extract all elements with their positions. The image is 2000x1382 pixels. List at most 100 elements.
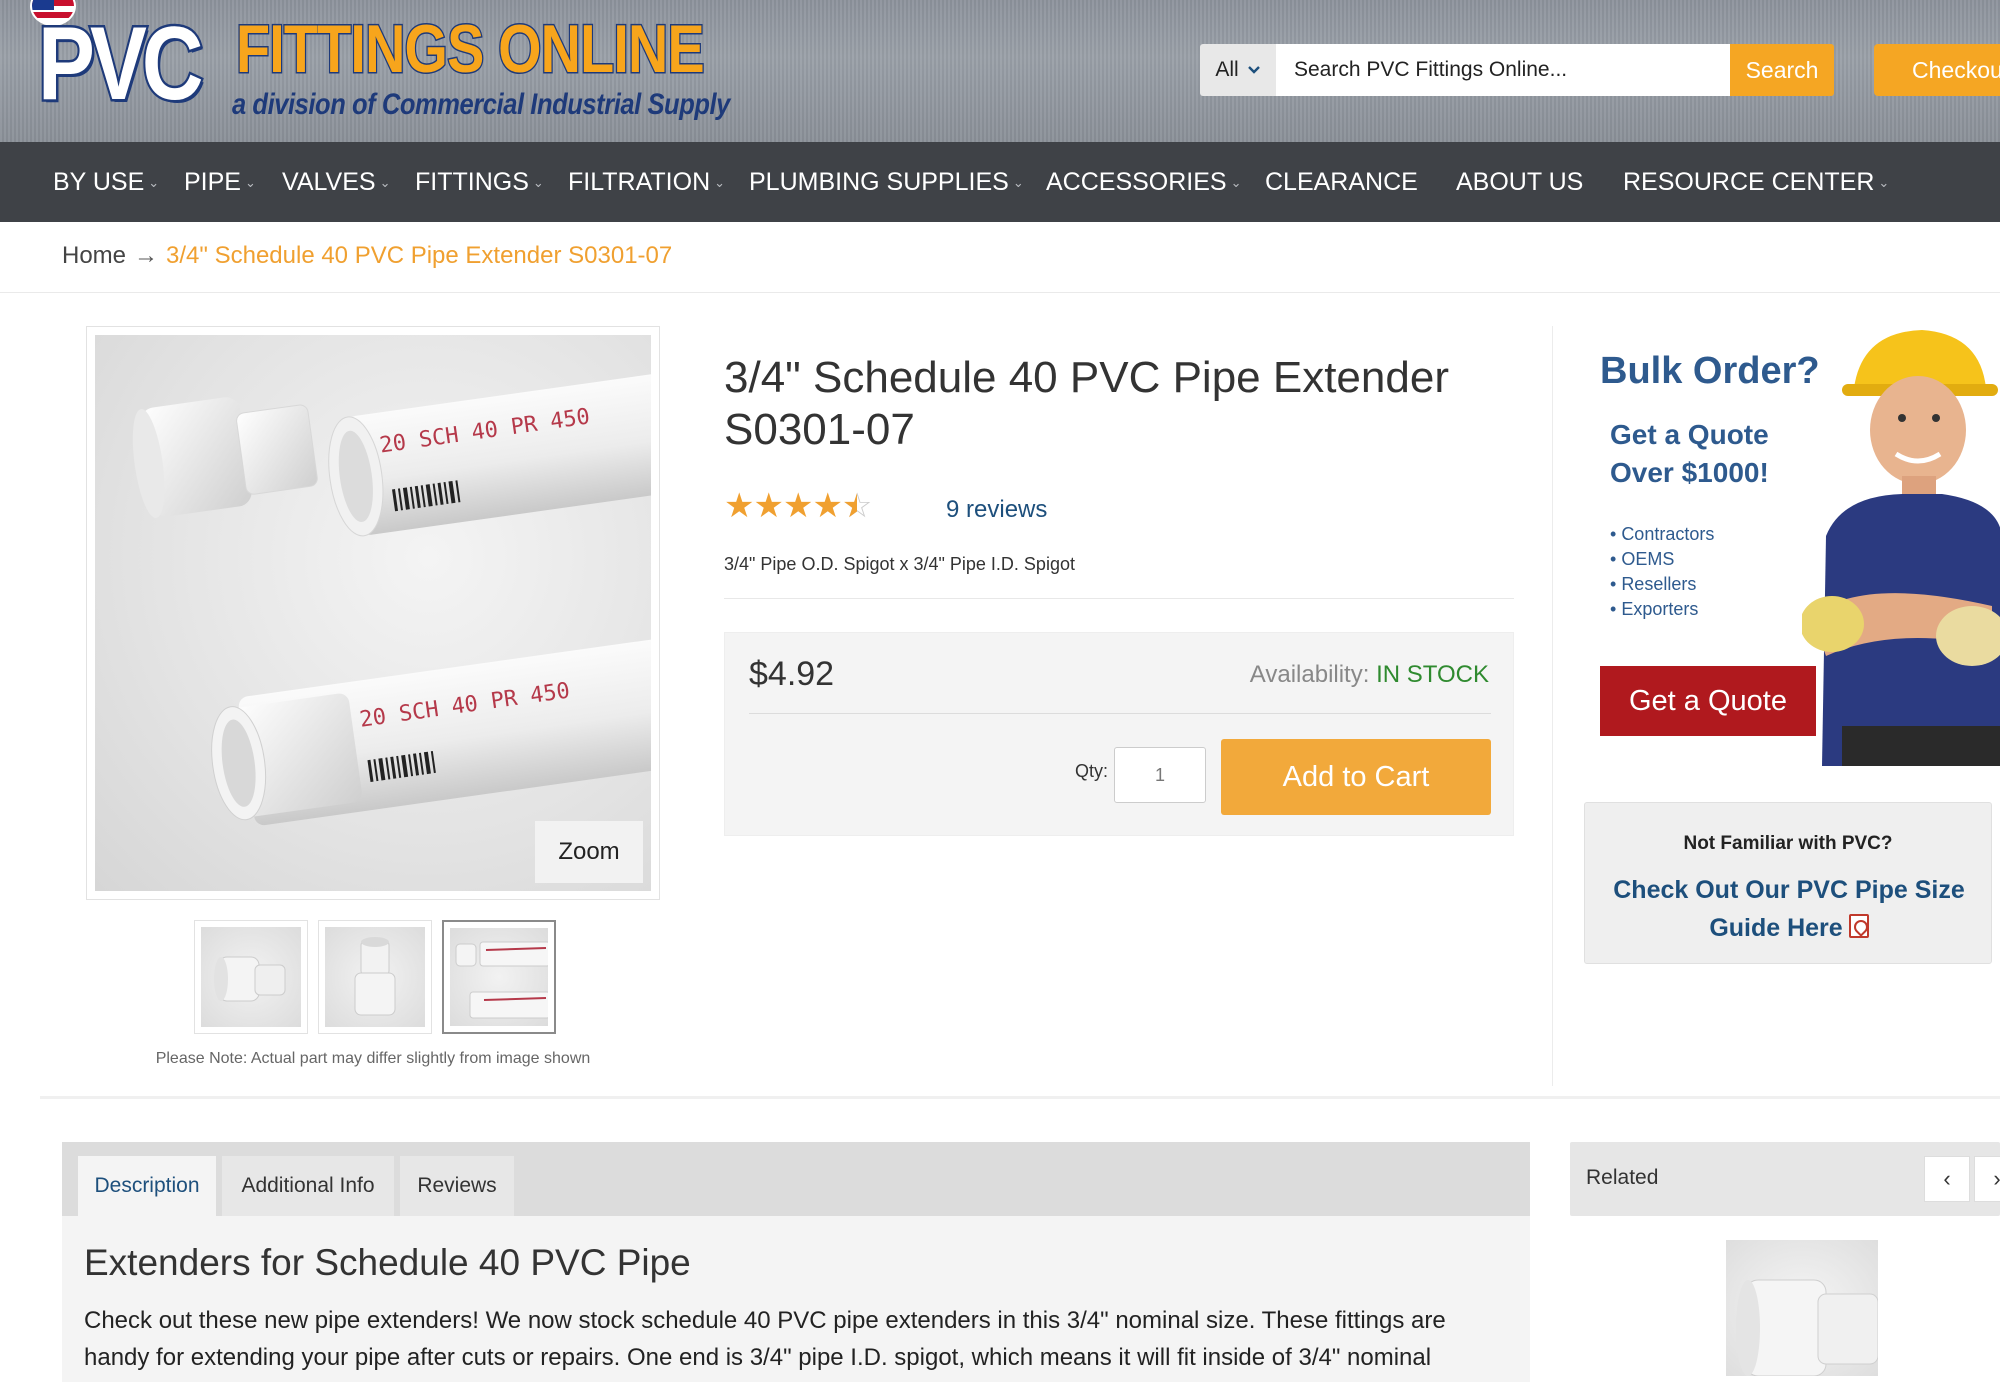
chevron-down-icon: ⌄ <box>714 175 726 190</box>
tab-reviews[interactable]: Reviews <box>400 1156 514 1216</box>
tab-bar: Description Additional Info Reviews <box>62 1142 1530 1216</box>
star-icon: ★ <box>782 487 814 525</box>
logo-tagline: a division of Commercial Industrial Supp… <box>232 88 730 121</box>
bulk-order-subtitle: Get a Quote Over $1000! <box>1610 416 1769 492</box>
availability-label: Availability: <box>1249 661 1370 688</box>
pvc-size-guide-link[interactable]: Check Out Our PVC Pipe Size Guide Here <box>1605 871 1973 947</box>
breadcrumb-current: 3/4" Schedule 40 PVC Pipe Extender S0301… <box>166 242 673 269</box>
nav-item-plumbing-supplies[interactable]: PLUMBING SUPPLIES ⌄ <box>749 142 1024 222</box>
list-item: Exporters <box>1610 597 1714 622</box>
main-nav: BY USE ⌄ PIPE ⌄ VALVES ⌄ FITTINGS ⌄ FILTRATI… <box>0 142 2000 222</box>
pipe-pair-image <box>455 941 548 1019</box>
nav-label: VALVES <box>282 167 376 196</box>
list-item: Contractors <box>1610 522 1714 547</box>
add-to-cart-button[interactable]: Add to Cart <box>1221 739 1491 815</box>
product-main-image[interactable]: 20 SCH 40 PR 450 20 SCH 40 PR 450 Zoom <box>95 335 651 891</box>
rating-stars[interactable]: ★ ★ ★ ★ ☆★ <box>724 486 873 526</box>
image-disclaimer: Please Note: Actual part may differ slig… <box>155 1050 591 1067</box>
chevron-down-icon: ⌄ <box>148 175 160 190</box>
logo-pvc-text: PVC <box>36 6 206 122</box>
half-star-icon: ☆★ <box>841 487 873 525</box>
pvc-guide-question: Not Familiar with PVC? <box>1683 833 1893 854</box>
nav-label: ACCESSORIES <box>1046 167 1227 196</box>
fitting-side-image <box>214 956 286 1002</box>
purchase-box: $4.92 Availability: IN STOCK Qty: Add to… <box>724 632 1514 836</box>
nav-item-pipe[interactable]: PIPE ⌄ <box>184 142 256 222</box>
zoom-button[interactable]: Zoom <box>535 821 643 883</box>
nav-label: FILTRATION <box>568 167 711 196</box>
bulk-customer-list: Contractors OEMS Resellers Exporters <box>1610 522 1714 622</box>
nav-item-resource-center[interactable]: RESOURCE CENTER ⌄ <box>1623 142 1889 222</box>
thumbnail-3[interactable] <box>442 920 556 1034</box>
related-product-image[interactable] <box>1726 1240 1878 1376</box>
bulk-sub-line-2: Over $1000! <box>1610 457 1769 488</box>
nav-item-fittings[interactable]: FITTINGS ⌄ <box>415 142 544 222</box>
product-tabs-panel: Description Additional Info Reviews Exte… <box>62 1142 1530 1382</box>
chevron-left-icon: ‹ <box>1943 1166 1951 1191</box>
logo-fittings-online-text: FITTINGS ONLINE <box>235 11 706 87</box>
breadcrumb: Home → 3/4" Schedule 40 PVC Pipe Extende… <box>62 242 672 270</box>
chevron-down-icon: ⌄ <box>244 175 256 190</box>
nav-item-accessories[interactable]: ACCESSORIES ⌄ <box>1046 142 1242 222</box>
nav-item-filtration[interactable]: FILTRATION ⌄ <box>568 142 725 222</box>
search-input[interactable] <box>1276 44 1730 96</box>
chevron-down-icon <box>1247 66 1260 74</box>
search-button[interactable]: Search <box>1730 44 1834 96</box>
search-category-value: All <box>1215 58 1239 81</box>
worker-photo <box>1802 330 2000 766</box>
get-quote-button[interactable]: Get a Quote <box>1600 666 1816 736</box>
breadcrumb-home-link[interactable]: Home <box>62 242 126 270</box>
related-label: Related <box>1586 1166 1659 1189</box>
tab-additional-info[interactable]: Additional Info <box>222 1156 394 1216</box>
chevron-down-icon: ⌄ <box>532 175 544 190</box>
product-title: 3/4" Schedule 40 PVC Pipe Extender S0301… <box>724 353 1449 454</box>
star-icon: ★ <box>724 487 755 525</box>
chevron-down-icon: ⌄ <box>1012 175 1024 190</box>
pvc-guide-box: Not Familiar with PVC? Check Out Our PVC… <box>1584 802 1992 964</box>
thumbnail-1[interactable] <box>194 920 308 1034</box>
pvc-pipe-image: 20 SCH 40 PR 450 20 SCH 40 PR 450 <box>132 374 651 826</box>
chevron-right-icon: › <box>1993 1166 2000 1191</box>
product-image-frame: 20 SCH 40 PR 450 20 SCH 40 PR 450 Zoom <box>86 326 660 900</box>
star-icon: ★ <box>753 487 784 525</box>
thumbnail-2[interactable] <box>318 920 432 1034</box>
chevron-down-icon: ⌄ <box>1878 175 1890 190</box>
nav-label: RESOURCE CENTER <box>1623 167 1875 196</box>
nav-label: BY USE <box>53 167 145 196</box>
star-icon: ★ <box>812 487 843 525</box>
nav-label: CLEARANCE <box>1265 167 1418 196</box>
divider <box>749 713 1491 714</box>
breadcrumb-arrow-icon: → <box>134 242 159 269</box>
nav-label: PLUMBING SUPPLIES <box>749 167 1009 196</box>
pdf-icon <box>1848 914 1869 938</box>
chevron-down-icon: ⌄ <box>1230 175 1242 190</box>
related-next-button[interactable]: › <box>1974 1156 2000 1202</box>
search-category-select[interactable]: All <box>1200 44 1276 96</box>
reviews-link[interactable]: 9 reviews <box>946 496 1047 524</box>
bulk-order-banner[interactable]: Bulk Order? Get a Quote Over $1000! Cont… <box>1584 326 2000 766</box>
nav-item-by-use[interactable]: BY USE ⌄ <box>53 142 159 222</box>
checkout-button[interactable]: Checkou <box>1874 44 2000 96</box>
list-item: Resellers <box>1610 572 1714 597</box>
fitting-side-image <box>1736 1279 1878 1376</box>
thumbnail-image <box>450 928 548 1026</box>
nav-item-valves[interactable]: VALVES ⌄ <box>282 142 390 222</box>
pvc-size-guide-link-text: Check Out Our PVC Pipe Size Guide Here <box>1613 876 1965 942</box>
breadcrumb-divider <box>0 292 2000 293</box>
search-bar: All <box>1200 44 1730 96</box>
nav-label: PIPE <box>184 167 241 196</box>
thumbnail-strip <box>194 920 556 1034</box>
fitting-upright-image <box>354 937 396 1016</box>
thumbnail-image <box>201 927 301 1027</box>
bulk-sub-line-1: Get a Quote <box>1610 419 1769 450</box>
nav-item-clearance[interactable]: CLEARANCE <box>1265 142 1418 222</box>
nav-item-about-us[interactable]: ABOUT US <box>1456 142 1583 222</box>
bulk-order-title: Bulk Order? <box>1600 350 1820 392</box>
product-subtitle: 3/4" Pipe O.D. Spigot x 3/4" Pipe I.D. S… <box>724 554 1075 574</box>
related-prev-button[interactable]: ‹ <box>1924 1156 1970 1202</box>
divider <box>724 598 1514 599</box>
qty-label: Qty: <box>1075 761 1109 781</box>
qty-input[interactable] <box>1114 747 1206 803</box>
tab-description[interactable]: Description <box>78 1156 216 1216</box>
site-header: PVC FITTINGS ONLINE a division of Commer… <box>0 0 2000 142</box>
